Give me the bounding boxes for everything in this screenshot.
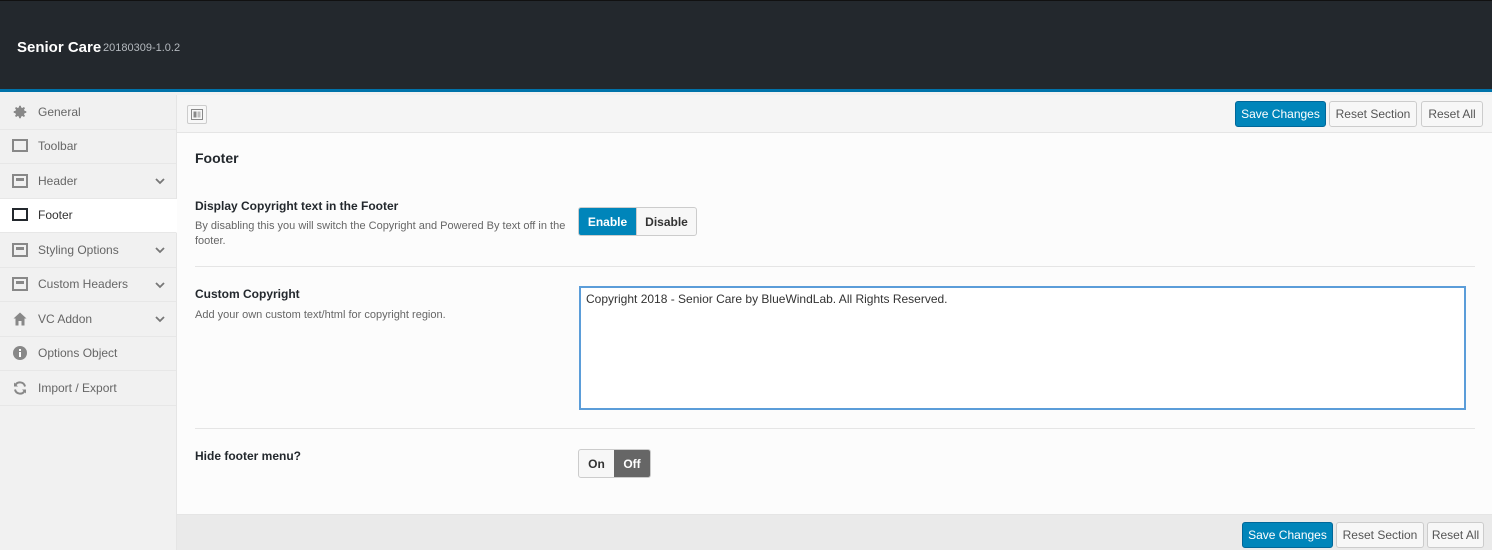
layout-icon — [12, 173, 28, 189]
app-header: Senior Care 20180309-1.0.2 — [0, 0, 1492, 92]
sidebar-item-custom-headers[interactable]: Custom Headers — [0, 268, 176, 302]
main-panel: Save Changes Reset Section Reset All Foo… — [177, 95, 1492, 550]
divider — [195, 266, 1475, 267]
chevron-down-icon[interactable] — [154, 244, 166, 256]
reset-all-button[interactable]: Reset All — [1421, 101, 1483, 127]
reset-section-button[interactable]: Reset Section — [1336, 522, 1424, 548]
section-title: Footer — [195, 150, 239, 166]
copyright-display-switch: Enable Disable — [578, 207, 697, 236]
app-title: Senior Care — [17, 39, 102, 56]
layout-icon — [12, 242, 28, 258]
home-icon — [12, 311, 28, 327]
refresh-icon — [12, 380, 28, 396]
sidebar-item-label: Options Object — [38, 346, 118, 361]
custom-copyright-description: Add your own custom text/html for copyri… — [195, 309, 446, 321]
off-button[interactable]: Off — [614, 450, 650, 477]
save-changes-button[interactable]: Save Changes — [1235, 101, 1326, 127]
top-action-bar: Save Changes Reset Section Reset All — [177, 95, 1492, 133]
sidebar-item-label: Footer — [38, 208, 73, 223]
sidebar-item-general[interactable]: General — [0, 95, 176, 130]
sidebar-item-label: Import / Export — [38, 380, 117, 395]
copyright-display-title: Display Copyright text in the Footer — [195, 199, 399, 213]
custom-copyright-textarea[interactable]: Copyright 2018 - Senior Care by BlueWind… — [579, 286, 1466, 410]
save-changes-button[interactable]: Save Changes — [1242, 522, 1333, 548]
sidebar-item-label: General — [38, 104, 81, 119]
gear-icon — [12, 104, 28, 120]
sidebar-item-label: VC Addon — [38, 311, 93, 326]
app-version: 20180309-1.0.2 — [103, 42, 181, 54]
divider — [195, 428, 1475, 429]
chevron-down-icon[interactable] — [154, 313, 166, 325]
sidebar-item-styling-options[interactable]: Styling Options — [0, 233, 176, 268]
reset-section-button[interactable]: Reset Section — [1329, 101, 1417, 127]
copyright-display-description: By disabling this you will switch the Co… — [195, 220, 566, 247]
custom-copyright-title: Custom Copyright — [195, 287, 300, 301]
sidebar-item-options-object[interactable]: Options Object — [0, 337, 176, 371]
bottom-action-bar: Save Changes Reset Section Reset All — [177, 514, 1492, 550]
chevron-down-icon[interactable] — [154, 175, 166, 187]
on-button[interactable]: On — [579, 450, 614, 477]
expand-options-button[interactable] — [187, 105, 207, 124]
monitor-icon — [12, 138, 28, 154]
sidebar-item-vc-addon[interactable]: VC Addon — [0, 302, 176, 337]
sidebar-item-import-export[interactable]: Import / Export — [0, 371, 176, 406]
monitor-icon — [12, 207, 28, 223]
sidebar: General Toolbar Header Footer Styling Op… — [0, 95, 177, 550]
disable-button[interactable]: Disable — [636, 208, 696, 235]
layout-icon — [12, 276, 28, 292]
sidebar-item-label: Header — [38, 173, 78, 188]
sidebar-item-label: Custom Headers — [38, 277, 129, 292]
sidebar-item-toolbar[interactable]: Toolbar — [0, 130, 176, 164]
hide-footer-menu-switch: On Off — [578, 449, 651, 478]
sidebar-item-label: Toolbar — [38, 139, 78, 154]
layout-icon — [191, 109, 203, 120]
sidebar-item-label: Styling Options — [38, 242, 119, 257]
hide-footer-menu-title: Hide footer menu? — [195, 449, 302, 463]
sidebar-item-header[interactable]: Header — [0, 164, 176, 199]
enable-button[interactable]: Enable — [579, 208, 636, 235]
chevron-down-icon[interactable] — [154, 279, 166, 291]
sidebar-item-footer[interactable]: Footer — [0, 198, 177, 233]
reset-all-button[interactable]: Reset All — [1427, 522, 1484, 548]
info-icon — [12, 345, 28, 361]
